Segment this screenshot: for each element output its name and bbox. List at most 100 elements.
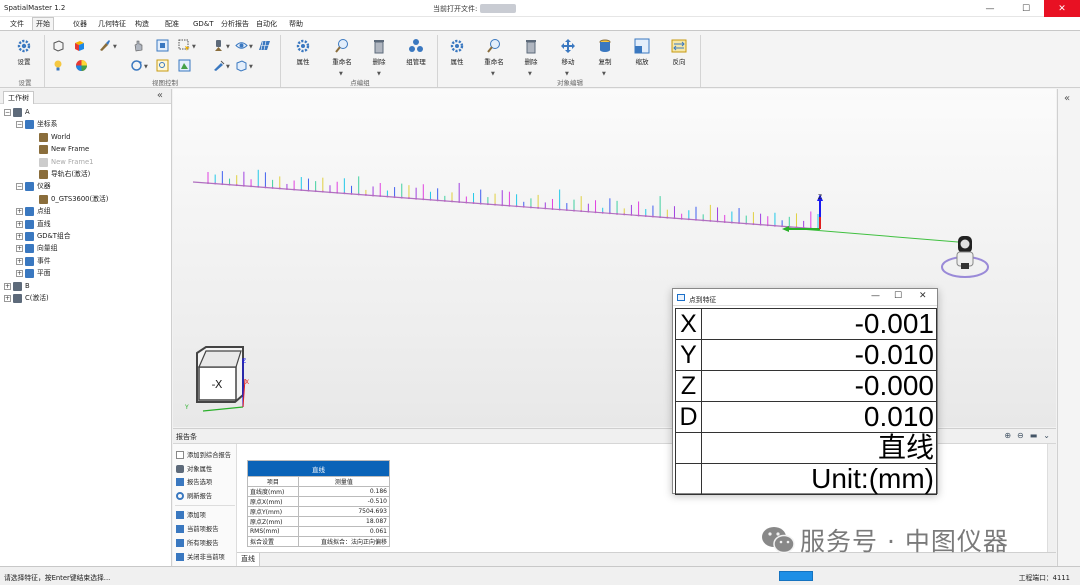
chevron-down-icon[interactable]: ▼ — [144, 64, 148, 70]
refresh-report-item[interactable]: 刷新报告 — [176, 491, 212, 500]
collapse-left-icon[interactable]: « — [157, 90, 163, 101]
expand-icon[interactable]: + — [16, 270, 23, 278]
tree-item[interactable]: + 平面 — [16, 268, 51, 279]
menu-instrument[interactable]: 仪器 — [70, 18, 90, 30]
tree-item[interactable]: + GD&T组合 — [16, 231, 71, 242]
object-move-button[interactable]: 移动 — [556, 38, 580, 66]
close-button[interactable]: ✕ — [1044, 0, 1080, 17]
object-rename-button[interactable]: 重命名 — [480, 38, 508, 66]
tree-item[interactable]: New Frame — [30, 144, 89, 155]
object-property-button[interactable]: 属性 — [445, 38, 469, 66]
expand-icon[interactable]: + — [4, 282, 11, 290]
menu-geometry[interactable]: 几何特征 — [95, 18, 129, 30]
monitor-icon[interactable]: ▬ — [1030, 431, 1038, 440]
menu-file[interactable]: 文件 — [7, 18, 27, 30]
eye-icon[interactable] — [235, 39, 248, 52]
expand-icon[interactable]: + — [16, 257, 23, 265]
laser-tracker-icon[interactable] — [941, 236, 989, 278]
select-box-icon[interactable] — [178, 39, 191, 52]
box-view-icon[interactable] — [235, 59, 248, 72]
report-options-item[interactable]: 报告选项 — [176, 477, 212, 486]
expand-icon[interactable]: + — [16, 245, 23, 253]
collapse-icon[interactable]: − — [16, 121, 23, 129]
tree-item[interactable]: + B — [4, 281, 30, 292]
minimize-button[interactable]: — — [972, 0, 1008, 17]
chevron-down-icon[interactable]: ▼ — [249, 44, 253, 50]
point-group-rename-button[interactable]: 重命名 — [328, 38, 356, 66]
collapse-icon[interactable]: − — [16, 183, 23, 191]
menu-construct[interactable]: 构造 — [132, 18, 152, 30]
tree-item[interactable]: + 直线 — [16, 219, 51, 230]
view-cube[interactable]: -X Z X Y — [184, 346, 249, 412]
instrument-icon[interactable] — [212, 39, 225, 52]
point-group-property-button[interactable]: 属性 — [290, 38, 316, 66]
fit-view-icon[interactable] — [156, 39, 169, 52]
chevron-down-icon[interactable]: ▼ — [226, 44, 230, 50]
tree-item[interactable]: + C(激活) — [4, 293, 49, 304]
close-non-current-item[interactable]: 关闭非当前项 — [176, 552, 225, 561]
rotate-view-icon[interactable] — [130, 59, 143, 72]
expand-icon[interactable]: + — [16, 220, 23, 228]
chevron-down-icon[interactable]: ▼ — [491, 71, 495, 77]
tree-item[interactable]: World — [30, 132, 70, 143]
dialog-maximize-button[interactable]: ☐ — [894, 291, 902, 301]
chevron-down-icon[interactable]: ▼ — [377, 71, 381, 77]
dialog-minimize-button[interactable]: — — [871, 291, 880, 301]
tree-item[interactable]: + 事件 — [16, 256, 51, 267]
menu-start[interactable]: 开始 — [32, 17, 54, 30]
expand-icon[interactable]: + — [4, 295, 11, 302]
tree-item[interactable]: + 点组 — [16, 206, 51, 217]
menu-automation[interactable]: 自动化 — [253, 18, 280, 30]
collapse-icon[interactable]: − — [4, 109, 11, 116]
all-items-report[interactable]: 所有项报告 — [176, 538, 218, 547]
tree-item[interactable]: 0_GTS3600(激活) — [30, 194, 108, 205]
color-cube-icon[interactable] — [73, 39, 86, 52]
object-scale-button[interactable]: 缩放 — [630, 38, 654, 66]
tree-item[interactable]: − A — [4, 107, 30, 118]
cube-outline-icon[interactable] — [52, 39, 65, 52]
maximize-button[interactable]: ☐ — [1008, 0, 1044, 17]
tree-item[interactable]: + 向量组 — [16, 243, 57, 254]
chevron-down-icon[interactable]: ▼ — [602, 71, 606, 77]
group-manager-button[interactable]: 组管理 — [402, 38, 430, 66]
expand-right-icon[interactable]: « — [1064, 93, 1070, 104]
settings-button[interactable]: 设置 — [12, 38, 36, 66]
chevron-down-icon[interactable]: ⌄ — [1043, 431, 1050, 440]
object-delete-button[interactable]: 删除 — [519, 38, 543, 66]
brush-icon[interactable] — [98, 39, 111, 52]
object-reverse-button[interactable]: 反向 — [667, 38, 691, 66]
add-to-summary-checkbox[interactable]: 添加到综合报告 — [176, 450, 231, 459]
tree-item[interactable]: − 坐标系 — [16, 119, 57, 130]
chevron-down-icon[interactable]: ▼ — [528, 71, 532, 77]
menu-gdt[interactable]: GD&T — [190, 18, 217, 30]
chevron-down-icon[interactable]: ▼ — [113, 44, 117, 50]
menu-help[interactable]: 帮助 — [286, 18, 306, 30]
dialog-close-button[interactable]: ✕ — [919, 291, 927, 301]
chevron-down-icon[interactable]: ▼ — [192, 44, 196, 50]
tree-item[interactable]: 导轨右(激活) — [30, 169, 90, 180]
current-item-report[interactable]: 当前项报告 — [176, 524, 218, 533]
expand-icon[interactable]: + — [16, 208, 23, 216]
zoom-out-icon[interactable]: ⊖ — [1017, 431, 1024, 440]
menu-report[interactable]: 分析报告 — [218, 18, 252, 30]
menu-registration[interactable]: 配准 — [162, 18, 182, 30]
zoom-window-icon[interactable] — [156, 59, 169, 72]
report-scrollbar[interactable] — [1047, 444, 1056, 553]
zoom-in-icon[interactable]: ⊕ — [1004, 431, 1011, 440]
add-item[interactable]: 添加项 — [176, 510, 206, 519]
hand-pan-icon[interactable] — [132, 39, 145, 52]
chevron-down-icon[interactable]: ▼ — [249, 64, 253, 70]
grid-plane-icon[interactable] — [258, 39, 271, 52]
object-property-item[interactable]: 对象属性 — [176, 464, 212, 473]
tab-line[interactable]: 直线 — [237, 553, 260, 566]
frame-view-icon[interactable] — [178, 59, 191, 72]
color-wheel-icon[interactable] — [75, 59, 88, 72]
tree-item[interactable]: − 仪器 — [16, 181, 51, 192]
chevron-down-icon[interactable]: ▼ — [339, 71, 343, 77]
measure-tool-icon[interactable] — [212, 59, 225, 72]
chevron-down-icon[interactable]: ▼ — [226, 64, 230, 70]
light-icon[interactable] — [52, 59, 65, 72]
tab-work-tree[interactable]: 工作树 — [3, 91, 34, 104]
tree-item[interactable]: New Frame1 — [30, 157, 94, 168]
object-copy-button[interactable]: 复制 — [593, 38, 617, 66]
